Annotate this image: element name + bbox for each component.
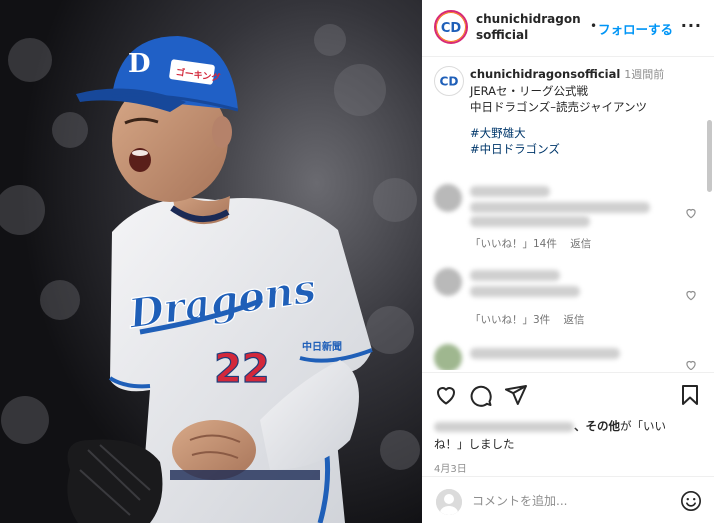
comments-area[interactable]: CD chunichidragonsofficial 1週間前 JERAセ・リーグ… <box>422 58 714 370</box>
cap-logo: D <box>128 49 151 79</box>
comment-icon[interactable] <box>469 383 493 407</box>
sleeve-sponsor: 中日新聞 <box>302 340 342 353</box>
post-caption: chunichidragonsofficial 1週間前 JERAセ・リーグ公式戦… <box>470 66 700 157</box>
baseball-glove <box>67 439 163 523</box>
likes-summary: 、その他が「いい ね！」しました <box>434 417 704 453</box>
caption-avatar[interactable]: CD <box>434 66 464 96</box>
account-avatar[interactable]: CD <box>434 10 468 44</box>
comment-meta: 「いいね！」3件 返信 <box>470 312 595 327</box>
scrollbar[interactable] <box>707 120 712 192</box>
blurred-text <box>470 286 580 297</box>
follow-button[interactable]: フォローする <box>598 19 673 38</box>
likes-text-line2: ね！」しました <box>434 437 515 451</box>
dragons-logo-icon: CD <box>436 68 462 94</box>
caption-line: 中日ドラゴンズ–読売ジャイアンツ <box>470 100 647 114</box>
add-comment-bar <box>422 476 714 523</box>
post-header: CD chunichidragonsofficial • フォローする ··· <box>422 0 714 57</box>
blurred-username <box>470 186 550 197</box>
likes-others[interactable]: 、その他 <box>574 419 620 433</box>
svg-text:CD: CD <box>440 75 459 89</box>
commenter-avatar[interactable] <box>434 268 462 296</box>
reply-button[interactable]: 返信 <box>564 314 585 326</box>
pitcher-photo: D ゴーキング Dragons 22 中日新聞 <box>0 0 422 523</box>
hashtag-link[interactable]: #大野雄大 <box>470 125 700 141</box>
heart-icon[interactable] <box>684 206 698 220</box>
comment-meta: 「いいね！」14件 返信 <box>470 236 601 251</box>
separator-dot: • <box>590 19 598 33</box>
current-user-avatar[interactable] <box>436 489 462 515</box>
comment-input[interactable] <box>472 490 662 512</box>
caption-username[interactable]: chunichidragonsofficial <box>470 67 620 81</box>
jersey-number: 22 <box>214 346 270 392</box>
post-date[interactable]: 4月3日 <box>434 460 467 475</box>
comment-item: 「いいね！」3件 返信 <box>434 268 704 328</box>
heart-icon[interactable] <box>684 288 698 302</box>
account-username[interactable]: chunichidragonsofficial <box>476 11 586 43</box>
comment-item: 「いいね！」14件 返信 <box>434 184 704 254</box>
post-side-panel: CD chunichidragonsofficial • フォローする ··· … <box>422 0 714 523</box>
blurred-username <box>470 270 560 281</box>
svg-text:CD: CD <box>441 21 462 36</box>
share-icon[interactable] <box>504 383 528 407</box>
like-heart-icon[interactable] <box>434 383 458 407</box>
blurred-text <box>470 348 620 359</box>
comment-item <box>434 344 704 370</box>
heart-icon[interactable] <box>684 358 698 370</box>
blurred-likers[interactable] <box>434 421 574 432</box>
caption-time[interactable]: 1週間前 <box>624 68 664 81</box>
caption-line: JERAセ・リーグ公式戦 <box>470 84 589 98</box>
blurred-text <box>470 202 650 213</box>
likes-text: が「いい <box>620 419 666 433</box>
comment-likes[interactable]: 「いいね！」14件 <box>470 238 557 250</box>
emoji-icon[interactable] <box>680 490 702 512</box>
user-silhouette-icon <box>436 489 462 515</box>
commenter-avatar[interactable] <box>434 344 462 370</box>
post-photo[interactable]: D ゴーキング Dragons 22 中日新聞 <box>0 0 422 523</box>
hashtag-link[interactable]: #中日ドラゴンズ <box>470 141 700 157</box>
blurred-text <box>470 216 590 227</box>
dragons-logo-icon: CD <box>438 14 464 40</box>
commenter-avatar[interactable] <box>434 184 462 212</box>
comment-likes[interactable]: 「いいね！」3件 <box>470 314 550 326</box>
more-options-icon[interactable]: ··· <box>681 16 702 35</box>
post-actions: 、その他が「いい ね！」しました 4月3日 <box>422 372 714 523</box>
reply-button[interactable]: 返信 <box>570 238 591 250</box>
bookmark-icon[interactable] <box>678 383 702 407</box>
